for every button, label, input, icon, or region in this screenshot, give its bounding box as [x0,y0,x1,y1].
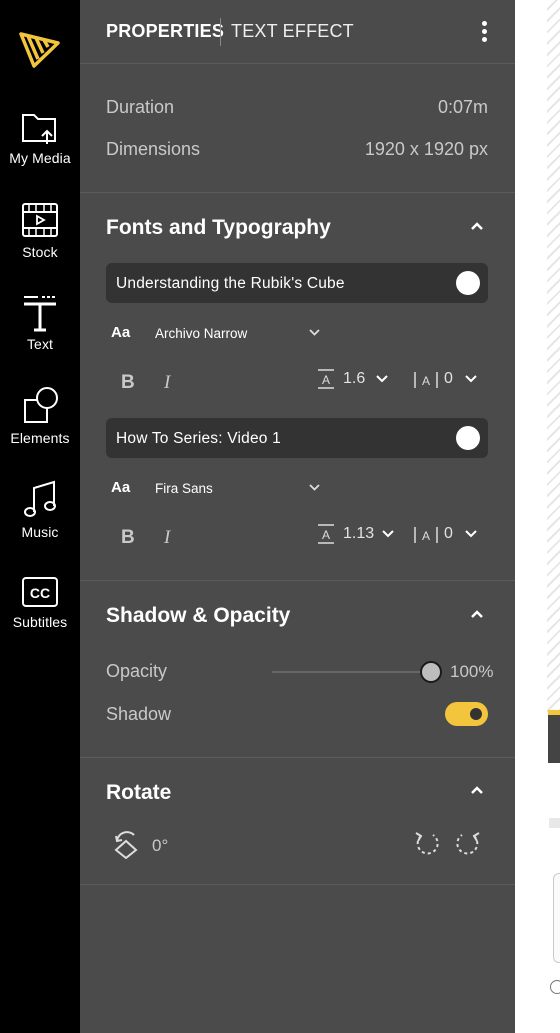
bold-button[interactable]: B [121,527,135,549]
font-family-select[interactable]: Archivo Narrow [155,326,247,341]
opacity-label: Opacity [106,661,168,681]
divider [80,884,515,885]
more-options-icon[interactable] [476,18,492,48]
divider [80,192,515,193]
shapes-icon [24,387,58,423]
svg-text:CC: CC [30,585,50,601]
tab-properties[interactable]: PROPERTIES [106,21,224,42]
sidebar-item-label: Subtitles [12,614,68,630]
logo-icon[interactable] [18,26,62,70]
chevron-down-icon[interactable] [382,530,394,538]
duration-label: Duration [106,97,175,117]
rotate-angle-icon [114,831,138,859]
sidebar-item-subtitles[interactable]: CC Subtitles [0,574,80,654]
rotate-counterclockwise-icon[interactable] [413,829,441,857]
folder-upload-icon [22,114,56,144]
rotate-value[interactable]: 0° [152,836,168,856]
rotate-section-title: Rotate [106,781,172,804]
line-height-icon: A [318,524,334,544]
collapse-rotate-chevron-up-icon[interactable] [469,784,485,796]
text-layer-visibility-toggle[interactable] [456,271,480,295]
properties-panel: PROPERTIES TEXT EFFECT Duration 0:07m Di… [80,0,515,1033]
sidebar-item-music[interactable]: Music [0,478,80,558]
line-height-value[interactable]: 1.6 [343,370,365,388]
sidebar-item-text[interactable]: Text [0,294,80,374]
sidebar-item-my-media[interactable]: My Media [0,110,80,190]
opacity-slider-track[interactable] [272,671,432,673]
sidebar-item-label: Stock [22,244,58,260]
sidebar-item-label: Music [21,524,59,540]
opacity-slider-thumb[interactable] [420,661,442,683]
cc-icon: CC [22,577,58,607]
letter-spacing-value[interactable]: 0 [444,370,453,388]
text-layer-row[interactable]: How To Series: Video 1 [106,418,488,458]
letter-spacing-value[interactable]: 0 [444,525,453,543]
sidebar-item-label: My Media [9,150,71,166]
collapse-shadow-chevron-up-icon[interactable] [469,608,485,620]
line-height-value[interactable]: 1.13 [343,525,374,543]
canvas-background [547,0,560,712]
sidebar-item-label: Elements [10,430,70,446]
collapse-fonts-chevron-up-icon[interactable] [469,220,485,232]
canvas-circle-icon[interactable] [550,980,560,994]
canvas-dark-block [548,715,560,763]
bold-button[interactable]: B [121,372,135,394]
font-aa-label: Aa [111,324,131,341]
chevron-down-icon[interactable] [465,375,477,383]
text-layer-label: Understanding the Rubik's Cube [116,275,345,292]
rotate-clockwise-icon[interactable] [454,829,482,857]
svg-text:A: A [422,529,430,543]
chevron-down-icon[interactable] [376,375,388,383]
chevron-down-icon[interactable] [308,328,321,337]
sidebar-item-label: Text [26,336,54,352]
text-layer-visibility-toggle[interactable] [456,426,480,450]
fonts-section-title: Fonts and Typography [106,216,331,239]
sidebar-item-elements[interactable]: Elements [0,386,80,466]
text-icon [24,296,56,332]
letter-spacing-icon: A [414,527,438,543]
italic-button[interactable]: I [164,372,170,394]
shadow-label: Shadow [106,704,172,724]
text-layer-row[interactable]: Understanding the Rubik's Cube [106,263,488,303]
font-family-select[interactable]: Fira Sans [155,481,213,496]
dimensions-label: Dimensions [106,139,201,159]
tab-separator [220,18,221,46]
music-icon [24,480,56,517]
divider [80,757,515,758]
line-height-icon: A [318,369,334,389]
letter-spacing-icon: A [414,372,438,388]
opacity-value: 100% [450,662,494,681]
canvas-element [549,818,560,828]
chevron-down-icon[interactable] [465,530,477,538]
left-rail: My Media Stock Text Elements Music CC Su… [0,0,80,1033]
svg-text:A: A [322,528,330,542]
divider [80,580,515,581]
shadow-section-title: Shadow & Opacity [106,604,291,627]
svg-text:A: A [322,373,330,387]
dimensions-value: 1920 x 1920 px [364,139,488,159]
panel-header: PROPERTIES TEXT EFFECT [80,0,515,64]
tab-text-effect[interactable]: TEXT EFFECT [231,21,354,42]
font-aa-label: Aa [111,479,131,496]
canvas-area[interactable] [515,0,560,1033]
chevron-down-icon[interactable] [308,483,321,492]
text-layer-label: How To Series: Video 1 [116,430,281,447]
canvas-card[interactable] [553,873,560,963]
italic-button[interactable]: I [164,527,170,549]
shadow-toggle[interactable] [445,702,488,726]
duration-value: 0:07m [437,97,488,117]
sidebar-item-stock[interactable]: Stock [0,200,80,280]
svg-text:A: A [422,374,430,388]
film-icon [22,203,58,237]
